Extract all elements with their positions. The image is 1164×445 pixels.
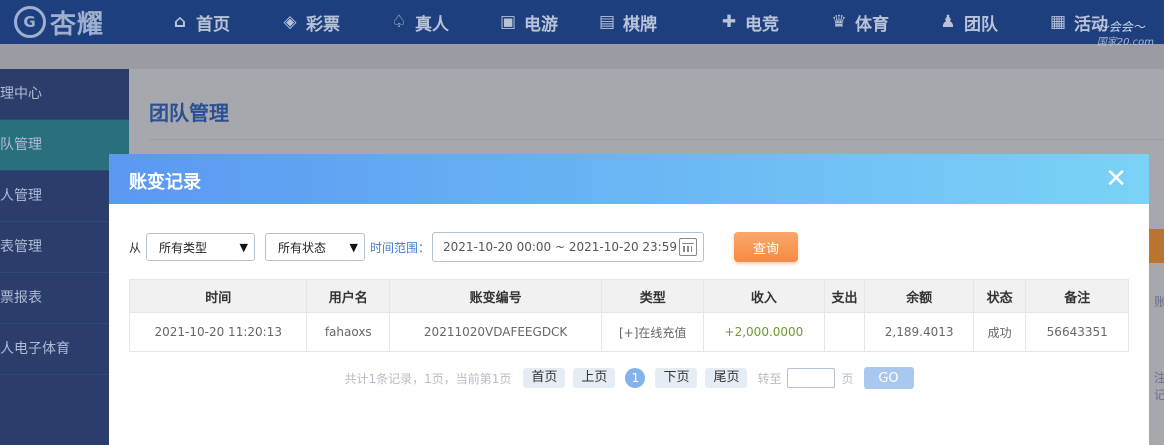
column-header[interactable]: 支出	[823, 279, 866, 313]
nav-item-label: 彩票	[306, 14, 340, 35]
last-page-button[interactable]: 尾页	[705, 368, 748, 388]
partial-button[interactable]	[1149, 229, 1164, 263]
column-header[interactable]: 类型	[601, 279, 705, 313]
nav-item-label: 真人	[415, 14, 449, 35]
table-cell: 成功	[972, 312, 1027, 352]
calendar-icon[interactable]	[679, 238, 698, 256]
table-cell: 56643351	[1025, 312, 1129, 352]
nav-item-7[interactable]: ♟ 团队	[938, 0, 998, 44]
table-cell	[823, 312, 866, 352]
table-row[interactable]: 2021-10-20 11:20:13 fahaoxs 20211020VDAFEE…	[128, 312, 1129, 352]
nav-item-2[interactable]: ♤ 真人	[389, 0, 449, 44]
type-select[interactable]: 所有类型 ▼	[146, 233, 256, 261]
nav-item-4[interactable]: ▤ 棋牌	[597, 0, 657, 44]
pager-summary: 共计1条记录，1页，当前第1页	[344, 371, 512, 386]
nav-item-label: 团队	[964, 14, 998, 35]
column-header[interactable]: 时间	[128, 279, 308, 313]
account-change-modal: 账变记录 ✕ 从 所有类型 ▼ 所有状态 ▼ 时间范围： 2021-10-20 …	[109, 154, 1149, 445]
pagination: 共计1条记录，1页，当前第1页 首页 上页 1 下页 尾页 转至 页 GO	[109, 367, 1149, 389]
status-select[interactable]: 所有状态 ▼	[265, 233, 366, 261]
from-label: 从	[129, 240, 142, 255]
column-header[interactable]: 收入	[703, 279, 825, 313]
sidebar-item[interactable]: 理中心	[0, 69, 129, 120]
page-unit-label: 页	[841, 371, 854, 386]
date-range-input[interactable]: 2021-10-20 00:00 ~ 2021-10-20 23:59	[432, 232, 705, 262]
logo-text: 杏耀	[50, 9, 105, 40]
date-range-value: 2021-10-20 00:00 ~ 2021-10-20 23:59	[443, 240, 677, 254]
column-header[interactable]: 状态	[972, 279, 1027, 313]
trophy-icon: ♛	[831, 12, 847, 32]
table-header-row: 时间 用户名 账变编号 类型 收入 支出 余额 状态 备注	[128, 279, 1129, 313]
column-header[interactable]: 用户名	[306, 279, 391, 313]
type-select-value: 所有类型	[159, 240, 208, 255]
logo-mark-icon: G	[14, 6, 46, 38]
current-page-number[interactable]: 1	[625, 368, 646, 388]
gamepad-icon: ✚	[721, 12, 737, 32]
close-icon[interactable]: ✕	[1105, 166, 1127, 192]
gift-icon: ▦	[1049, 12, 1067, 32]
table-cell: 2,189.4013	[864, 312, 974, 352]
chevron-down-icon: ▼	[239, 240, 249, 254]
table-cell: 2021-10-20 11:20:13	[128, 312, 308, 352]
records-table: 时间 用户名 账变编号 类型 收入 支出 余额 状态 备注 2021-10-20 11:20:1…	[128, 279, 1129, 352]
watermark-line1: ～会会～	[1096, 20, 1145, 34]
query-button[interactable]: 查询	[734, 232, 799, 262]
edge-text: 账	[1154, 295, 1164, 309]
table-cell: fahaoxs	[306, 312, 391, 352]
top-nav: G 杏耀 ⌂ 首页 ◈ 彩票 ♤ 真人 ▣ 电游 ▤ 棋牌 ✚ 电竞 ♛ 体育 ♟ 团队 ▦ 活动 ～会会～ 国家…	[0, 0, 1164, 48]
nav-item-1[interactable]: ◈ 彩票	[280, 0, 340, 44]
goto-page-input[interactable]	[787, 368, 836, 388]
nav-item-label: 棋牌	[623, 14, 657, 35]
modal-header: 账变记录 ✕	[109, 154, 1149, 204]
prev-page-button[interactable]: 上页	[573, 368, 616, 388]
page-title: 团队管理	[149, 101, 229, 125]
team-icon: ♟	[940, 12, 956, 32]
chevron-down-icon: ▼	[349, 240, 359, 254]
title-divider	[149, 139, 1164, 140]
slot-game-icon: ▣	[499, 12, 517, 32]
nav-item-6[interactable]: ♛ 体育	[829, 0, 889, 44]
nav-item-label: 首页	[196, 14, 230, 35]
lottery-icon: ◈	[283, 12, 297, 32]
table-cell: 20211020VDAFEEGDCK	[389, 312, 603, 352]
column-header[interactable]: 余额	[864, 279, 974, 313]
cards-icon: ▤	[598, 12, 616, 32]
nav-item-5[interactable]: ✚ 电竞	[719, 0, 779, 44]
next-page-button[interactable]: 下页	[655, 368, 698, 388]
goto-label: 转至	[757, 371, 782, 386]
home-icon: ⌂	[173, 12, 187, 32]
nav-item-label: 电竞	[745, 14, 779, 35]
edge-text: 注记	[1154, 371, 1164, 402]
watermark: ～会会～ 国家20.com	[1097, 18, 1154, 48]
table-cell: +2,000.0000	[703, 312, 825, 352]
nav-item-0[interactable]: ⌂ 首页	[170, 0, 230, 44]
site-logo[interactable]: G 杏耀	[14, 4, 104, 40]
column-header[interactable]: 账变编号	[389, 279, 603, 313]
go-button[interactable]: GO	[863, 367, 914, 389]
nav-item-label: 体育	[855, 14, 889, 35]
watermark-line2: 国家20.com	[1096, 37, 1154, 48]
live-dealer-icon: ♤	[391, 12, 407, 32]
table-cell: [+]在线充值	[601, 312, 705, 352]
first-page-button[interactable]: 首页	[523, 368, 566, 388]
column-header[interactable]: 备注	[1025, 279, 1129, 313]
filter-bar: 从 所有类型 ▼ 所有状态 ▼ 时间范围： 2021-10-20 00:00 ~…	[129, 232, 799, 262]
modal-title: 账变记录	[129, 172, 201, 193]
nav-item-label: 电游	[524, 14, 558, 35]
status-select-value: 所有状态	[278, 240, 327, 255]
time-range-label: 时间范围：	[370, 240, 431, 255]
nav-item-3[interactable]: ▣ 电游	[498, 0, 558, 44]
